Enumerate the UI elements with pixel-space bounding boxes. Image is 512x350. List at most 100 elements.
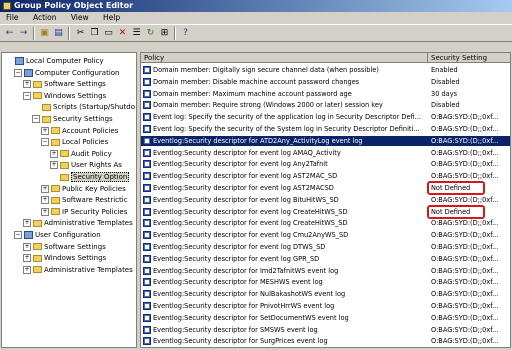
computer-icon bbox=[15, 57, 24, 65]
collapse-icon[interactable]: − bbox=[14, 231, 22, 239]
expand-icon[interactable]: + bbox=[41, 207, 49, 216]
policy-row[interactable]: Eventlog:Security descriptor for SetDocu… bbox=[141, 313, 510, 323]
policy-row[interactable]: Eventlog:Security descriptor for PnivotH… bbox=[141, 301, 510, 311]
policy-icon bbox=[143, 266, 151, 275]
policy-row[interactable]: Eventlog:Security descriptor for event l… bbox=[141, 230, 510, 240]
column-header-policy[interactable]: Policy bbox=[141, 53, 428, 63]
export-list-icon[interactable]: ⊞ bbox=[158, 28, 171, 39]
policy-name: Eventlog:Security descriptor for event l… bbox=[153, 148, 341, 157]
policy-setting: O:BAG:SYD:(D;;0xf... bbox=[431, 302, 499, 310]
tree-user-rights[interactable]: + User Rights As bbox=[50, 160, 122, 170]
tree-account-policies[interactable]: + Account Policies bbox=[41, 126, 118, 136]
paste-icon[interactable]: ▭ bbox=[102, 28, 115, 39]
up-folder-icon[interactable]: ▣ bbox=[38, 28, 51, 39]
folder-icon bbox=[60, 173, 69, 181]
policy-row[interactable]: Eventlog:Security descriptor for Imd2Taf… bbox=[141, 266, 510, 276]
collapse-icon[interactable]: − bbox=[32, 115, 40, 123]
policy-row[interactable]: Eventlog:Security descriptor for event l… bbox=[141, 218, 510, 228]
tree-software-restriction[interactable]: + Software Restrictic bbox=[41, 195, 128, 205]
tree-scripts[interactable]: Scripts (Startup/Shutdo bbox=[32, 102, 135, 112]
properties-icon[interactable]: ☰ bbox=[130, 28, 143, 39]
policy-row[interactable]: Eventlog:Security descriptor for event l… bbox=[141, 254, 510, 264]
collapse-icon[interactable]: − bbox=[14, 68, 22, 77]
policy-row[interactable]: Eventlog:Security descriptor for SMSWS e… bbox=[141, 325, 510, 335]
policy-setting: O:BAG:SYD:(D;;0xf... bbox=[431, 313, 499, 322]
menu-action[interactable]: Action bbox=[27, 12, 63, 23]
tree-item-label: Administrative Templates bbox=[44, 265, 133, 274]
tree-user-software-settings[interactable]: + Software Settings bbox=[23, 242, 106, 252]
policy-row[interactable]: Eventlog:Security descriptor for SurgPri… bbox=[141, 336, 510, 346]
tree-user-configuration[interactable]: − User Configuration bbox=[14, 230, 101, 240]
folder-icon bbox=[51, 208, 60, 216]
tree-local-computer-policy[interactable]: Local Computer Policy bbox=[5, 56, 104, 66]
policy-name: Eventlog:Security descriptor for NulBaka… bbox=[153, 290, 346, 299]
policy-row[interactable]: Eventlog:Security descriptor for MESHWS … bbox=[141, 277, 510, 287]
policy-row[interactable]: Domain member: Require strong (Windows 2… bbox=[141, 100, 510, 110]
policy-icon bbox=[143, 243, 151, 251]
menu-file[interactable]: File bbox=[0, 12, 25, 23]
policy-row[interactable]: Eventlog:Security descriptor for event l… bbox=[141, 148, 510, 158]
help-icon[interactable]: ? bbox=[179, 28, 192, 39]
expand-icon[interactable]: + bbox=[41, 184, 49, 193]
expand-icon[interactable]: + bbox=[41, 196, 49, 205]
menu-help[interactable]: Help bbox=[97, 12, 126, 23]
policy-row[interactable]: Event log: Specify the security of the S… bbox=[141, 124, 510, 134]
tree-ip-security-policies[interactable]: + IP Security Policies bbox=[41, 207, 127, 217]
copy-icon[interactable]: ❐ bbox=[88, 28, 101, 39]
policy-name: Domain member: Require strong (Windows 2… bbox=[153, 101, 383, 110]
back-arrow-icon[interactable]: ← bbox=[3, 28, 16, 39]
tree-item-label: Computer Configuration bbox=[35, 68, 120, 77]
refresh-icon[interactable]: ↻ bbox=[144, 28, 157, 39]
expand-icon[interactable]: + bbox=[41, 126, 49, 135]
tree-software-settings[interactable]: + Software Settings bbox=[23, 79, 106, 89]
policy-setting: O:BAG:SYD:(D;;0xf... bbox=[431, 325, 499, 334]
policy-row[interactable]: Eventlog:Security descriptor for event l… bbox=[141, 242, 510, 252]
tree-pane[interactable]: Local Computer Policy − Computer Configura… bbox=[1, 52, 137, 348]
user-icon bbox=[24, 231, 33, 239]
policy-row[interactable]: Eventlog:Security descriptor for event l… bbox=[141, 195, 510, 205]
tree-item-label: Security Option bbox=[71, 172, 130, 182]
cut-icon[interactable]: ✂ bbox=[74, 28, 87, 39]
tree-audit-policy[interactable]: + Audit Policy bbox=[50, 149, 112, 159]
tree-user-windows-settings[interactable]: + Windows Settings bbox=[23, 253, 106, 263]
expand-icon[interactable]: + bbox=[23, 80, 31, 89]
policy-row[interactable]: Domain member: Disable machine account p… bbox=[141, 77, 510, 87]
tree-security-options[interactable]: Security Option bbox=[50, 172, 130, 182]
policy-setting: O:BAG:SYD:(D;;0xf... bbox=[431, 231, 499, 240]
expand-icon[interactable]: + bbox=[23, 265, 31, 274]
tree-windows-settings[interactable]: − Windows Settings bbox=[23, 91, 106, 101]
policy-row[interactable]: Eventlog:Security descriptor for ATD2Any… bbox=[141, 135, 510, 146]
tree-security-settings[interactable]: − Security Settings bbox=[32, 114, 113, 124]
tree-public-key-policies[interactable]: + Public Key Policies bbox=[41, 184, 126, 194]
policy-row[interactable]: Eventlog:Security descriptor for event l… bbox=[141, 159, 510, 169]
collapse-icon[interactable]: − bbox=[41, 138, 49, 147]
expand-icon[interactable]: + bbox=[23, 219, 31, 228]
policy-setting: O:BAG:SYD:(D;;0xf... bbox=[431, 148, 499, 157]
forward-arrow-icon[interactable]: → bbox=[17, 28, 30, 39]
column-header-security-setting[interactable]: Security Setting bbox=[428, 53, 510, 63]
policy-icon bbox=[143, 290, 151, 299]
expand-icon[interactable]: + bbox=[50, 149, 58, 158]
policy-row[interactable]: Domain member: Maximum machine account p… bbox=[141, 89, 510, 99]
tree-admin-templates-user[interactable]: + Administrative Templates bbox=[23, 265, 133, 275]
policy-list[interactable]: Policy Security Setting Domain member: D… bbox=[140, 52, 511, 348]
tree-admin-templates-computer[interactable]: + Administrative Templates bbox=[23, 218, 133, 228]
tree-computer-configuration[interactable]: − Computer Configuration bbox=[14, 68, 120, 78]
computer-icon bbox=[24, 68, 33, 77]
delete-icon[interactable]: ✕ bbox=[116, 28, 129, 39]
policy-row[interactable]: Eventlog:Security descriptor for event l… bbox=[141, 171, 510, 181]
policy-row[interactable]: Eventlog:Security descriptor for NulBaka… bbox=[141, 289, 510, 299]
policy-row[interactable]: Domain member: Digitally sign secure cha… bbox=[141, 65, 510, 75]
window-title: Group Policy Object Editor bbox=[14, 1, 134, 10]
tree-local-policies[interactable]: − Local Policies bbox=[41, 137, 108, 147]
policy-row[interactable]: Event log: Specify the security of the a… bbox=[141, 112, 510, 122]
menu-view[interactable]: View bbox=[65, 12, 95, 23]
show-hide-tree-icon[interactable]: ▤ bbox=[52, 28, 65, 39]
collapse-icon[interactable]: − bbox=[23, 91, 31, 100]
policy-name: Eventlog:Security descriptor for event l… bbox=[153, 160, 328, 169]
policy-icon bbox=[143, 325, 151, 334]
policy-icon bbox=[143, 184, 151, 192]
expand-icon[interactable]: + bbox=[23, 254, 31, 263]
expand-icon[interactable]: + bbox=[23, 242, 31, 251]
expand-icon[interactable]: + bbox=[50, 161, 58, 170]
